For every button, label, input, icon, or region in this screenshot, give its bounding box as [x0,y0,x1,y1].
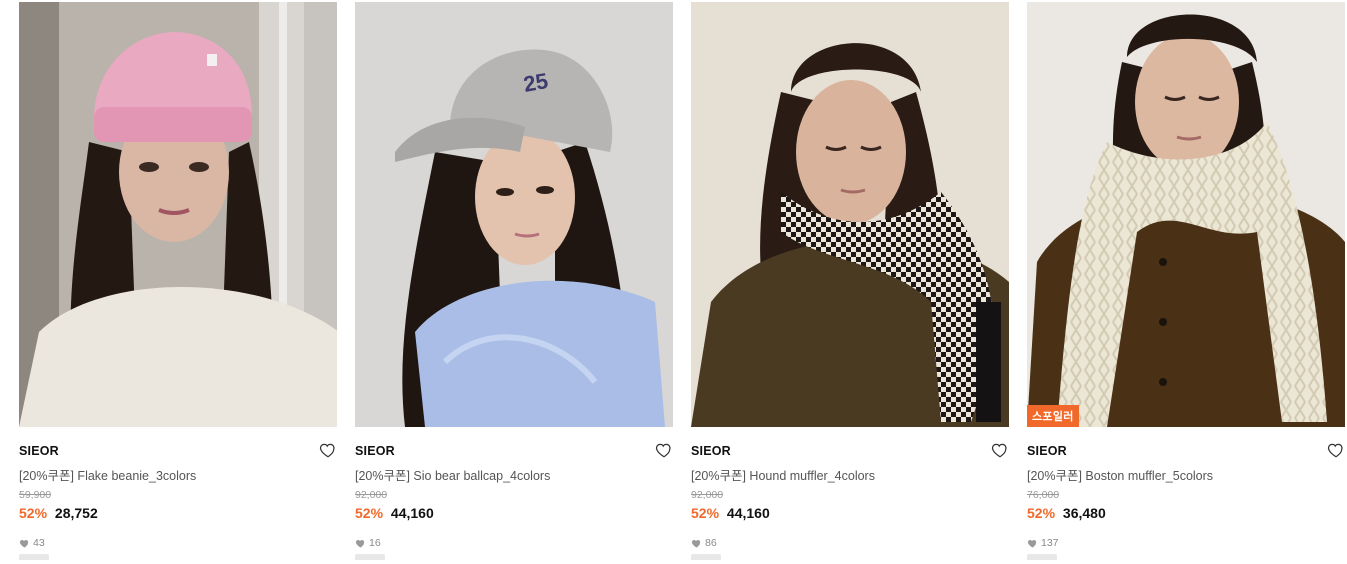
heart-filled-icon [1027,540,1037,548]
like-count: 137 [1027,536,1345,550]
sale-price: 44,160 [390,505,434,521]
heart-icon[interactable] [319,441,337,459]
product-image[interactable]: 25 [355,2,673,427]
svg-text:25: 25 [522,68,550,97]
brand-name[interactable]: SIEOR [19,444,59,458]
price-row: 52% 44,160 [691,505,1009,523]
product-card[interactable]: 스포일러 SIEOR [20%쿠폰] Boston muffler_5color… [1027,2,1345,564]
price-row: 52% 44,160 [355,505,673,523]
sale-price: 44,160 [726,505,770,521]
like-count-value: 43 [33,537,45,549]
product-title[interactable]: [20%쿠폰] Flake beanie_3colors [19,465,337,483]
like-count-value: 16 [369,537,381,549]
like-count: 86 [691,536,1009,550]
spoiler-badge: 스포일러 [1027,405,1079,427]
brand-name[interactable]: SIEOR [355,444,395,458]
like-count-value: 137 [1041,537,1059,549]
price-row: 52% 36,480 [1027,505,1345,523]
sale-price: 28,752 [54,505,98,521]
heart-filled-icon [691,540,701,548]
product-title[interactable]: [20%쿠폰] Hound muffler_4colors [691,465,1009,483]
product-grid: SIEOR [20%쿠폰] Flake beanie_3colors 59,90… [0,0,1347,564]
woman-houndstooth-muffler-photo [691,2,1009,427]
discount-rate: 52% [355,505,384,521]
original-price: 76,000 [1027,489,1060,501]
heart-filled-icon [355,540,365,548]
product-card[interactable]: SIEOR [20%쿠폰] Flake beanie_3colors 59,90… [19,2,337,564]
discount-rate: 52% [19,505,48,521]
like-count: 43 [19,536,337,550]
sale-price: 36,480 [1062,505,1106,521]
woman-grey-ballcap-photo: 25 [355,2,673,427]
heart-icon[interactable] [991,441,1009,459]
brand-name[interactable]: SIEOR [1027,444,1067,458]
heart-icon[interactable] [655,441,673,459]
original-price: 92,000 [691,489,724,501]
like-count-value: 86 [705,537,717,549]
product-image[interactable]: 스포일러 [1027,2,1345,427]
brand-name[interactable]: SIEOR [691,444,731,458]
product-card[interactable]: 25 SIEOR [20%쿠폰] Sio bear ballcap_4color… [355,2,673,564]
tag-chip [19,554,49,560]
heart-icon[interactable] [1327,441,1345,459]
price-row: 52% 28,752 [19,505,337,523]
like-count: 16 [355,536,673,550]
original-price: 59,900 [19,489,52,501]
product-title[interactable]: [20%쿠폰] Sio bear ballcap_4colors [355,465,673,483]
original-price: 92,000 [355,489,388,501]
discount-rate: 52% [691,505,720,521]
tag-chip [1027,554,1057,560]
product-title[interactable]: [20%쿠폰] Boston muffler_5colors [1027,465,1345,483]
woman-cream-cable-muffler-photo [1027,2,1345,427]
woman-pink-beanie-photo [19,2,337,427]
tag-chip [355,554,385,560]
discount-rate: 52% [1027,505,1056,521]
product-card[interactable]: SIEOR [20%쿠폰] Hound muffler_4colors 92,0… [691,2,1009,564]
tag-chip [691,554,721,560]
heart-filled-icon [19,540,29,548]
product-image[interactable] [19,2,337,427]
product-image[interactable] [691,2,1009,427]
